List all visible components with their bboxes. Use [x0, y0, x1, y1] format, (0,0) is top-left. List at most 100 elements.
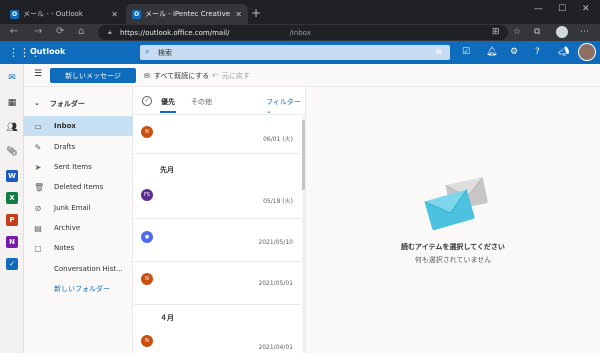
folder-label: Deleted Items — [54, 183, 104, 191]
folders-heading[interactable]: ⌄ フォルダー — [34, 99, 85, 109]
note-icon: ▢ — [34, 243, 42, 253]
app-rail: ✉ ▦ 👥︎ 📎︎ W X P N ✓ — [0, 64, 24, 353]
folder-item-junk[interactable]: ⊘ Junk Email — [24, 198, 133, 218]
feedback-icon[interactable]: 📣︎ — [558, 47, 569, 57]
address-toolbar: ← → ⟳ ⌂ 🔒︎ https://outlook.office.com/ma… — [0, 24, 600, 41]
message-list-scrollbar[interactable] — [302, 116, 305, 353]
browser-profile-avatar[interactable] — [556, 26, 568, 38]
browser-tab-1[interactable]: O メール - - Outlook ✕ — [4, 4, 124, 24]
archive-icon: ▤ — [34, 223, 42, 233]
folder-item-inbox[interactable]: ▭ Inbox — [24, 116, 133, 136]
new-tab-button[interactable]: + — [251, 6, 261, 20]
message-date: 2021/05/10 — [258, 239, 293, 246]
tab-other[interactable]: その他 — [191, 97, 212, 107]
chevron-down-icon: ⌄ — [34, 99, 40, 107]
message-item[interactable]: N 2021/05/01 — [133, 263, 301, 305]
undo-label: 元に戻す — [221, 72, 250, 80]
folder-label: Conversation Hist... — [54, 265, 123, 273]
url-host: https://outlook.office.com/mail/ — [120, 28, 230, 37]
command-bar: ☰ 新しいメッセージ ✉ すべて既読にする ↶ 元に戻す — [24, 64, 600, 87]
tab-underline — [160, 111, 176, 113]
message-item[interactable]: ● 2021/05/10 — [133, 220, 301, 262]
outlook-header: ⋮⋮⋮ Outlook ⌕ 検索 ⧈ ☑ 🔔︎ ⚙ ? 📣︎ — [0, 41, 600, 64]
folder-item-sent[interactable]: ➤ Sent Items — [24, 157, 133, 177]
folder-label: Notes — [54, 244, 75, 252]
folder-label: Inbox — [54, 122, 76, 130]
more-menu-icon[interactable]: ⋯ — [580, 27, 589, 37]
new-folder-label: 新しいフォルダー — [54, 285, 110, 293]
sender-avatar: FS — [141, 189, 153, 201]
outlook-favicon-icon: O — [132, 9, 141, 19]
outlook-favicon-icon: O — [10, 9, 19, 19]
close-tab-icon[interactable]: ✕ — [111, 10, 118, 19]
attachment-icon[interactable]: 📎︎ — [6, 146, 18, 158]
message-item[interactable]: N 06/01 (火) — [133, 116, 301, 154]
excel-icon[interactable]: X — [6, 192, 18, 204]
close-tab-icon[interactable]: ✕ — [235, 10, 242, 19]
url-path: /inbox — [289, 28, 311, 37]
folders-heading-label: フォルダー — [49, 100, 85, 108]
folder-item-conversation-history[interactable]: Conversation Hist... — [24, 259, 133, 279]
folder-label: Sent Items — [54, 163, 92, 171]
block-icon: ⊘ — [34, 203, 42, 213]
folder-item-archive[interactable]: ▤ Archive — [24, 218, 133, 238]
back-icon[interactable]: ← — [10, 26, 18, 37]
hamburger-menu-icon[interactable]: ☰ — [34, 69, 42, 79]
folder-item-deleted[interactable]: 🗑︎ Deleted Items — [24, 177, 133, 197]
apps-icon[interactable]: ⊞ — [492, 27, 500, 37]
tab-focused[interactable]: 優先 — [161, 97, 175, 107]
folder-label: Drafts — [54, 143, 76, 151]
message-date: 06/01 (火) — [263, 136, 293, 143]
people-icon[interactable]: 👥︎ — [6, 122, 18, 134]
empty-state-title: 読むアイテムを選択してください — [401, 243, 505, 251]
tab-title: メール - - Outlook — [23, 10, 83, 18]
todo-icon[interactable]: ☑ — [462, 47, 470, 57]
user-avatar[interactable] — [578, 43, 596, 61]
close-window-icon[interactable]: ✕ — [582, 4, 590, 14]
forward-icon[interactable]: → — [34, 26, 42, 37]
reload-icon[interactable]: ⟳ — [56, 26, 64, 37]
calendar-icon[interactable]: ▦ — [6, 97, 18, 109]
mail-icon[interactable]: ✉ — [6, 72, 18, 84]
onenote-icon[interactable]: N — [6, 236, 18, 248]
lock-icon: 🔒︎ — [108, 28, 112, 36]
envelope-open-icon: ✉ — [144, 72, 150, 80]
tab-title: メール - iPentec Creative - Outlook — [145, 10, 231, 18]
todo-app-icon[interactable]: ✓ — [6, 258, 18, 270]
message-date: 2021/05/01 — [258, 280, 293, 287]
folder-label: Archive — [54, 224, 81, 232]
help-icon[interactable]: ? — [535, 47, 540, 57]
minimize-icon[interactable]: — — [534, 4, 543, 14]
undo-button[interactable]: ↶ 元に戻す — [212, 71, 250, 81]
new-folder-link[interactable]: 新しいフォルダー — [24, 279, 133, 299]
sender-avatar: N — [141, 126, 153, 138]
browser-tab-2[interactable]: O メール - iPentec Creative - Outlook ✕ — [126, 4, 248, 24]
mark-all-read-button[interactable]: ✉ すべて既読にする — [144, 71, 209, 81]
select-all-checkbox[interactable]: ✓ — [142, 96, 152, 106]
message-date: 2021/04/01 — [258, 344, 293, 351]
powerpoint-icon[interactable]: P — [6, 214, 18, 226]
search-input[interactable]: ⌕ 検索 — [140, 45, 450, 60]
url-field[interactable]: 🔒︎ https://outlook.office.com/mail/ /inb… — [98, 25, 508, 40]
message-item[interactable]: FS 05/18 (火) — [133, 179, 301, 219]
search-placeholder: 検索 — [158, 48, 172, 57]
app-name: Outlook — [30, 47, 66, 56]
collections-icon[interactable]: ⧉ — [534, 27, 540, 37]
word-icon[interactable]: W — [6, 170, 18, 182]
bell-icon[interactable]: 🔔︎ — [486, 47, 497, 57]
folder-item-notes[interactable]: ▢ Notes — [24, 238, 133, 258]
filter-button[interactable]: フィルター ⌄ — [266, 97, 306, 115]
undo-icon: ↶ — [212, 72, 218, 80]
message-item[interactable]: N 2021/04/01 — [133, 329, 301, 359]
gear-icon[interactable]: ⚙ — [510, 47, 518, 57]
teams-icon[interactable]: ⧈ — [436, 47, 442, 57]
reading-pane: 読むアイテムを選択してください 何も選択されていません — [306, 87, 600, 353]
new-message-button[interactable]: 新しいメッセージ — [50, 68, 136, 83]
folder-item-drafts[interactable]: ✎ Drafts — [24, 137, 133, 157]
scrollbar-thumb[interactable] — [302, 120, 305, 190]
folder-pane: ⌄ フォルダー ▭ Inbox ✎ Drafts ➤ Sent Items 🗑︎… — [24, 87, 133, 353]
sender-avatar: N — [141, 335, 153, 347]
maximize-icon[interactable]: ☐ — [558, 4, 566, 14]
favorite-star-icon[interactable]: ☆ — [513, 27, 521, 37]
home-icon[interactable]: ⌂ — [78, 26, 84, 37]
